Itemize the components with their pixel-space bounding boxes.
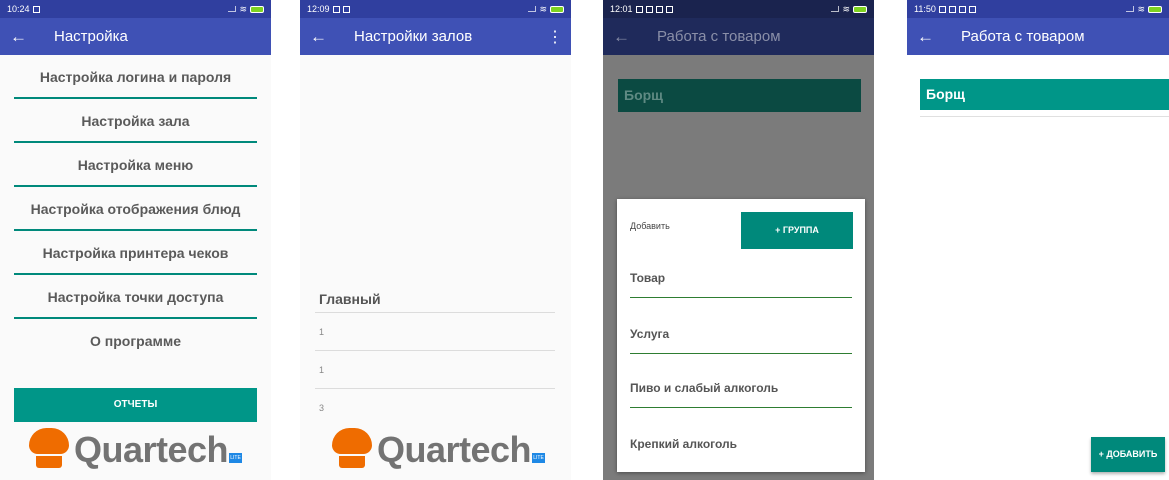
- add-group-button[interactable]: + ГРУППА: [741, 212, 853, 249]
- status-bar: 12:01 ≋: [603, 0, 874, 18]
- app-bar: ← Настройка: [0, 18, 271, 55]
- logo-text: Quartech: [377, 429, 532, 470]
- screen-goods: 11:50 ≋ ← Работа с товаром Борщ + ДОБАВИ…: [907, 0, 1169, 480]
- page-title: Настройки залов: [354, 28, 473, 45]
- screen-settings: 10:24 ≋ ← Настройка Настройка логина и п…: [0, 0, 271, 480]
- back-arrow-icon[interactable]: ←: [10, 27, 30, 47]
- list-item[interactable]: 1: [315, 350, 555, 388]
- menu-item-dish-display[interactable]: Настройка отображения блюд: [14, 188, 257, 231]
- status-time: 12:09: [307, 4, 330, 14]
- back-arrow-icon[interactable]: ←: [613, 27, 633, 47]
- wifi-icon: ≋: [239, 3, 247, 14]
- status-time: 10:24: [7, 4, 30, 14]
- menu-item-menu[interactable]: Настройка меню: [14, 144, 257, 187]
- notification-icon: [32, 5, 40, 13]
- back-arrow-icon[interactable]: ←: [310, 27, 330, 47]
- status-bar: 10:24 ≋: [0, 0, 271, 18]
- chef-hat-icon: [330, 428, 374, 468]
- menu-item-about[interactable]: О программе: [14, 320, 257, 363]
- more-vert-icon[interactable]: ⋮: [545, 27, 565, 47]
- battery-icon: [550, 5, 564, 13]
- option-strong-alcohol[interactable]: Крепкий алкоголь: [630, 437, 852, 464]
- signal-icon: [1126, 6, 1135, 12]
- notification-icon: [958, 5, 966, 13]
- signal-icon: [528, 6, 537, 12]
- menu-item-receipt-printer[interactable]: Настройка принтера чеков: [14, 232, 257, 275]
- notification-icon: [655, 5, 663, 13]
- add-dialog: Добавить + ГРУППА Товар Услуга Пиво и сл…: [617, 199, 865, 472]
- status-bar: 12:09 ≋: [300, 0, 571, 18]
- page-title: Работа с товаром: [961, 28, 1085, 45]
- quartech-logo: Quartech LITE: [330, 428, 546, 470]
- hall-name: Главный: [319, 291, 381, 307]
- wifi-icon: ≋: [539, 3, 547, 14]
- status-time: 11:50: [914, 4, 936, 14]
- list-item[interactable]: 3: [315, 388, 555, 426]
- chef-hat-icon: [27, 428, 71, 468]
- hall-table-list: 1 1 3: [315, 312, 555, 426]
- signal-icon: [228, 6, 237, 12]
- notification-icon: [332, 5, 340, 13]
- screen-hall-settings: 12:09 ≋ ← Настройки залов ⋮ Главный 1 1 …: [300, 0, 571, 480]
- wifi-icon: ≋: [842, 3, 850, 14]
- lite-badge: LITE: [532, 453, 546, 463]
- group-item[interactable]: Борщ: [920, 79, 1169, 110]
- list-item[interactable]: 1: [315, 312, 555, 350]
- lite-badge: LITE: [229, 453, 243, 463]
- add-button[interactable]: + ДОБАВИТЬ: [1091, 437, 1165, 472]
- battery-icon: [1148, 5, 1162, 13]
- app-bar: ← Работа с товаром: [907, 18, 1169, 55]
- back-arrow-icon[interactable]: ←: [917, 27, 937, 47]
- notification-icon: [665, 5, 673, 13]
- notification-icon: [645, 5, 653, 13]
- notification-icon: [342, 5, 350, 13]
- quartech-logo: Quartech LITE: [27, 428, 243, 470]
- notification-icon: [968, 5, 976, 13]
- divider: [920, 116, 1169, 117]
- battery-icon: [250, 5, 264, 13]
- reports-button[interactable]: ОТЧЕТЫ: [14, 388, 257, 422]
- notification-icon: [938, 5, 946, 13]
- notification-icon: [948, 5, 956, 13]
- notification-icon: [635, 5, 643, 13]
- status-time: 12:01: [610, 4, 633, 14]
- logo-text: Quartech: [74, 429, 229, 470]
- app-bar: ← Работа с товаром: [603, 18, 874, 55]
- wifi-icon: ≋: [1137, 3, 1145, 14]
- screen-goods-dialog: 12:01 ≋ ← Работа с товаром Борщ Добавить…: [603, 0, 874, 480]
- settings-menu: Настройка логина и пароля Настройка зала…: [14, 56, 257, 364]
- signal-icon: [831, 6, 840, 12]
- menu-item-hall[interactable]: Настройка зала: [14, 100, 257, 143]
- page-title: Настройка: [54, 28, 128, 45]
- option-service[interactable]: Услуга: [630, 327, 852, 354]
- menu-item-login-password[interactable]: Настройка логина и пароля: [14, 56, 257, 99]
- app-bar: ← Настройки залов ⋮: [300, 18, 571, 55]
- group-item[interactable]: Борщ: [618, 79, 861, 112]
- option-beer[interactable]: Пиво и слабый алкоголь: [630, 381, 852, 408]
- battery-icon: [853, 5, 867, 13]
- menu-item-access-point[interactable]: Настройка точки доступа: [14, 276, 257, 319]
- page-title: Работа с товаром: [657, 28, 781, 45]
- option-product[interactable]: Товар: [630, 271, 852, 298]
- dialog-title: Добавить: [630, 221, 670, 231]
- status-bar: 11:50 ≋: [907, 0, 1169, 18]
